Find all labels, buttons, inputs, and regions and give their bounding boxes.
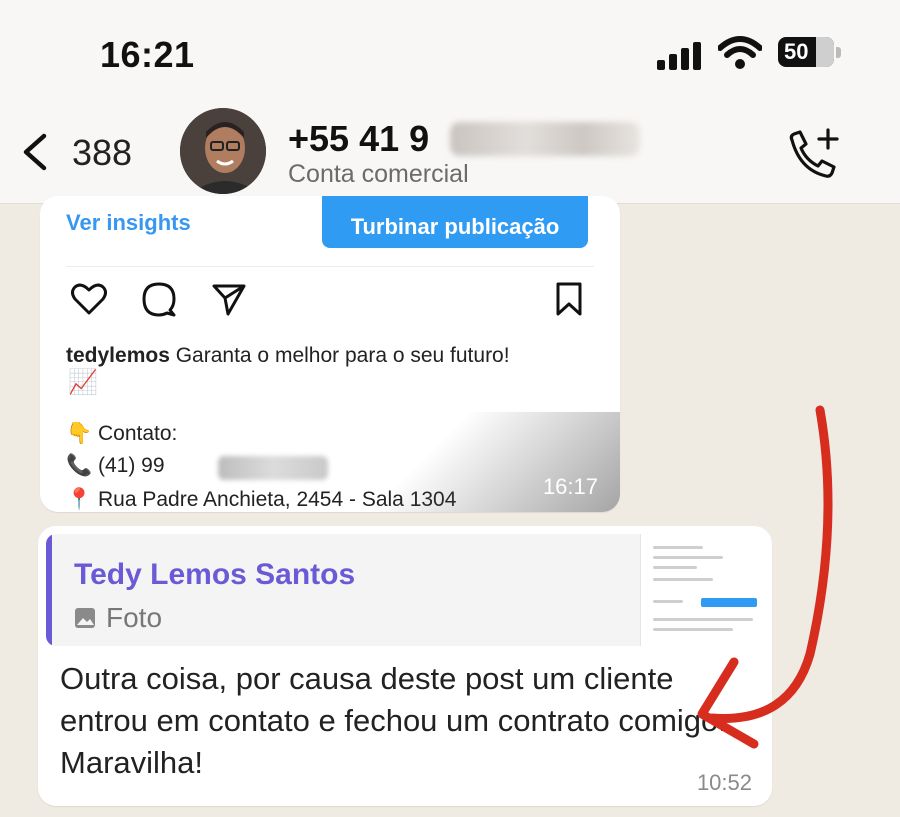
battery-level: 50 xyxy=(784,39,809,64)
chart-emoji: 📈 xyxy=(68,369,98,396)
contato-label: 👇 Contato: xyxy=(66,422,178,445)
comment-icon[interactable] xyxy=(140,280,178,318)
caption-username[interactable]: tedylemos xyxy=(66,344,170,367)
post-message-bubble[interactable]: Ver insights Turbinar publicação tedylem… xyxy=(40,196,620,512)
contact-name[interactable]: +55 41 9 xyxy=(288,118,429,160)
post-timestamp: 16:17 xyxy=(542,474,598,499)
quoted-type: Foto xyxy=(74,602,162,634)
post-caption: tedylemos Garanta o melhor para o seu fu… xyxy=(66,341,596,371)
divider xyxy=(66,266,594,267)
reply-message-bubble[interactable]: Tedy Lemos Santos Foto Outra coisa, por … xyxy=(38,526,772,806)
redacted-phone xyxy=(450,122,640,156)
quoted-message[interactable]: Tedy Lemos Santos Foto xyxy=(46,534,764,646)
annotation-arrow xyxy=(697,405,833,749)
message-text: Outra coisa, por causa deste post um cli… xyxy=(60,661,727,780)
signal-icon xyxy=(657,40,705,70)
battery-icon: 50 xyxy=(778,37,834,67)
quoted-type-label: Foto xyxy=(106,602,163,633)
heart-icon[interactable] xyxy=(70,280,108,318)
status-bar: 16:21 50 xyxy=(0,0,900,100)
add-call-icon[interactable] xyxy=(782,126,842,182)
message-timestamp: 10:52 xyxy=(696,770,752,795)
redacted-post-phone xyxy=(218,456,328,480)
ver-insights-link[interactable]: Ver insights xyxy=(66,210,191,236)
share-icon[interactable] xyxy=(210,280,248,318)
wifi-icon xyxy=(718,36,762,69)
bookmark-icon[interactable] xyxy=(550,280,588,318)
caption-text: Garanta o melhor para o seu futuro! xyxy=(175,344,510,367)
avatar[interactable] xyxy=(180,108,266,194)
boost-post-button[interactable]: Turbinar publicação xyxy=(322,196,588,248)
contact-subtitle: Conta comercial xyxy=(288,160,469,188)
quoted-author: Tedy Lemos Santos xyxy=(74,558,356,591)
photo-icon xyxy=(75,608,95,628)
back-chevron-icon[interactable] xyxy=(18,132,52,172)
chat-area[interactable]: Ver insights Turbinar publicação tedylem… xyxy=(0,196,900,817)
chat-header: 388 +55 41 9 Conta comercial xyxy=(0,100,900,204)
status-time: 16:21 xyxy=(100,34,195,75)
post-phone: 📞 (41) 99 xyxy=(66,454,165,477)
unread-count[interactable]: 388 xyxy=(72,132,132,174)
